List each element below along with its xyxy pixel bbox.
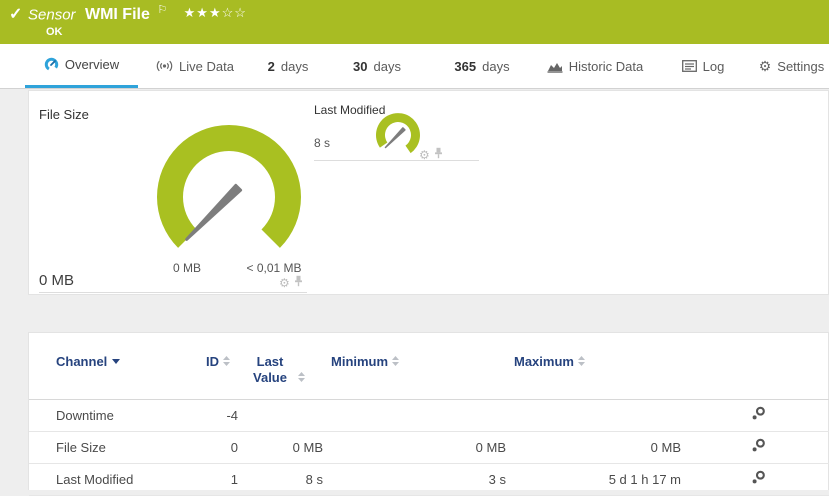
channel-id: 1 [206, 463, 246, 495]
live-signal-icon [156, 60, 173, 72]
tab-label: Overview [65, 57, 119, 72]
last-modified-gauge [374, 111, 422, 164]
last-modified-current-value: 8 s [314, 136, 330, 150]
gauge-icon [44, 57, 59, 72]
tab-label: Historic Data [569, 59, 643, 74]
sensor-type-label: Sensor [28, 6, 76, 23]
channel-id: 0 [206, 431, 246, 463]
tab-number: 2 [268, 59, 275, 74]
tab-365-days[interactable]: 365 days [444, 44, 520, 88]
gauge-needle [386, 128, 405, 148]
status-badge: OK [46, 26, 63, 38]
sort-icon [297, 371, 306, 386]
tab-label: Live Data [179, 59, 234, 74]
table-row-file-size: File Size 0 0 MB 0 MB 0 MB [29, 431, 829, 463]
table-row-downtime: Downtime -4 [29, 399, 829, 431]
tile-divider [314, 160, 479, 161]
channel-last-value [246, 399, 331, 431]
channel-table: Channel ID Last Value Minimum Maximum [29, 339, 829, 496]
tab-log[interactable]: Log [672, 44, 734, 88]
sort-icon [577, 355, 586, 370]
area-chart-icon [547, 60, 563, 73]
file-size-scale-max: < 0,01 MB [229, 261, 319, 275]
tab-settings[interactable]: ⚙ Settings [754, 44, 829, 88]
table-row-last-modified: Last Modified 1 8 s 3 s 5 d 1 h 17 m [29, 463, 829, 495]
tab-overview[interactable]: Overview [25, 44, 138, 88]
column-header-channel[interactable]: Channel [29, 339, 206, 399]
channel-settings-icon[interactable] [751, 406, 766, 424]
priority-stars[interactable]: ★★★☆☆ [184, 5, 247, 20]
pin-icon[interactable] [294, 274, 303, 292]
tab-live-data[interactable]: Live Data [152, 44, 238, 88]
channel-maximum: 5 d 1 h 17 m [514, 463, 689, 495]
channel-id: -4 [206, 399, 246, 431]
sensor-header: ✓ Sensor WMI File ⚐ ★★★☆☆ OK [0, 0, 829, 44]
column-header-actions [689, 339, 829, 399]
tile-divider [39, 292, 307, 293]
channel-minimum: 0 MB [331, 431, 514, 463]
favorite-flag-icon[interactable]: ⚐ [157, 4, 167, 16]
file-size-gauge-title: File Size [39, 107, 89, 122]
channel-minimum [331, 399, 514, 431]
sensor-name: WMI File [85, 6, 150, 23]
sort-icon [391, 355, 400, 370]
tab-2-days[interactable]: 2 days [258, 44, 318, 88]
channel-settings-icon[interactable] [751, 438, 766, 456]
gauge-needle [187, 185, 241, 239]
gauge-settings-gear-icon[interactable]: ⚙ [279, 277, 290, 289]
column-header-maximum[interactable]: Maximum [514, 339, 689, 399]
tab-label: Settings [777, 59, 824, 74]
gauges-panel: File Size 0 MB < 0,01 MB 0 MB ⚙ Last Mod… [28, 90, 829, 295]
channel-name: Downtime [29, 399, 206, 431]
channel-maximum [514, 399, 689, 431]
column-header-id[interactable]: ID [206, 339, 246, 399]
chevron-down-icon [112, 359, 120, 364]
tab-number: 365 [454, 59, 476, 74]
tab-number: 30 [353, 59, 367, 74]
status-check-icon: ✓ [9, 4, 22, 24]
tab-label: days [281, 59, 308, 74]
tab-historic-data[interactable]: Historic Data [540, 44, 650, 88]
channel-last-value: 8 s [246, 463, 331, 495]
sort-icon [222, 355, 231, 370]
channel-name: Last Modified [29, 463, 206, 495]
tab-label: days [374, 59, 401, 74]
tab-bar: Overview Live Data 2 days 30 days 365 da… [0, 44, 829, 89]
channel-last-value: 0 MB [246, 431, 331, 463]
tab-30-days[interactable]: 30 days [344, 44, 410, 88]
column-header-minimum[interactable]: Minimum [331, 339, 514, 399]
tab-label: Log [703, 59, 725, 74]
tab-label: days [482, 59, 509, 74]
channel-maximum: 0 MB [514, 431, 689, 463]
gear-icon: ⚙ [759, 58, 772, 75]
table-header-row: Channel ID Last Value Minimum Maximum [29, 339, 829, 399]
file-size-current-value: 0 MB [39, 272, 74, 289]
file-size-scale-min: 0 MB [157, 261, 217, 275]
channel-table-panel: Channel ID Last Value Minimum Maximum [28, 332, 829, 490]
log-list-icon [682, 60, 697, 72]
channel-minimum: 3 s [331, 463, 514, 495]
channel-settings-icon[interactable] [751, 470, 766, 488]
column-header-last-value[interactable]: Last Value [246, 339, 331, 399]
channel-name: File Size [29, 431, 206, 463]
pin-icon[interactable] [434, 146, 443, 164]
